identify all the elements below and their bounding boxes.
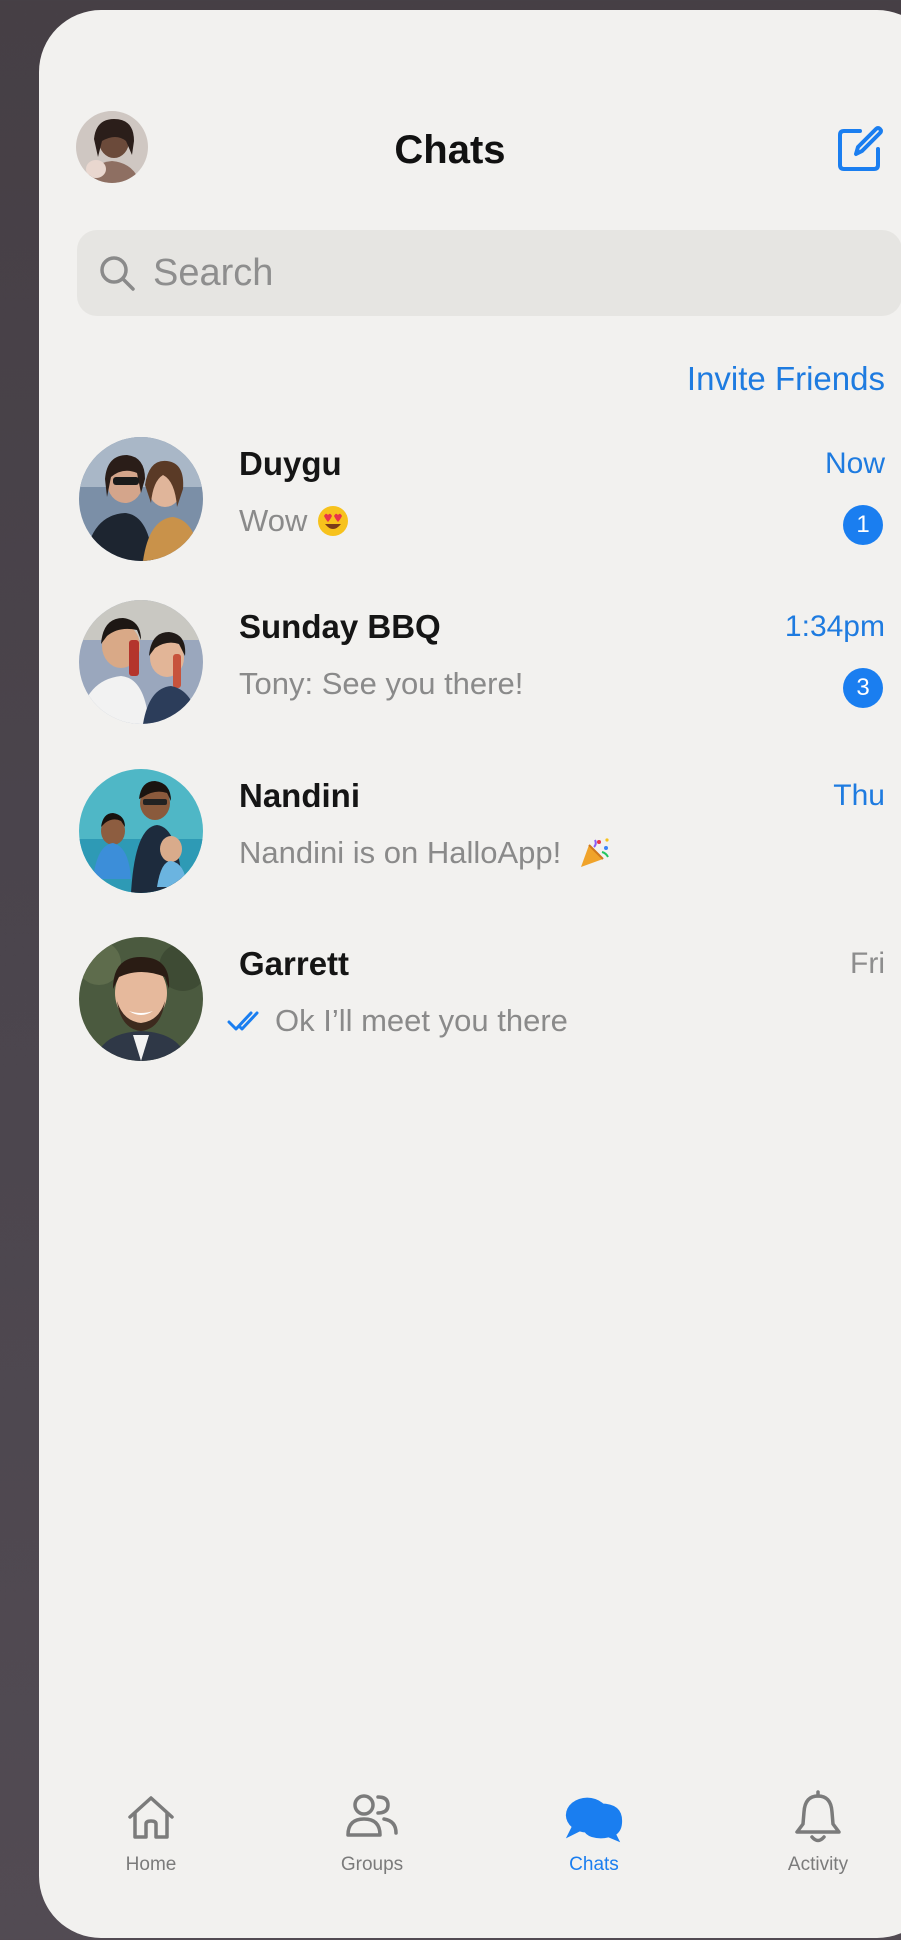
chat-preview: Wow [239, 503, 349, 539]
chats-icon [562, 1788, 626, 1848]
chat-row-sunday-bbq[interactable]: Sunday BBQ Tony: See you there! 1:34pm 3 [39, 588, 901, 728]
search-bar[interactable] [77, 230, 901, 316]
chat-time: Thu [833, 779, 885, 812]
double-check-icon [227, 1008, 265, 1034]
invite-friends-link[interactable]: Invite Friends [687, 360, 885, 398]
chat-preview-text: Tony: See you there! [239, 666, 524, 701]
header: Chats [39, 10, 901, 210]
chat-preview-text: Nandini is on HalloApp! [239, 835, 562, 870]
party-popper-emoji-icon [577, 836, 611, 870]
tab-label: Groups [340, 1854, 404, 1875]
unread-badge: 1 [843, 505, 883, 545]
chat-name: Garrett [239, 945, 350, 982]
chat-preview: Nandini is on HalloApp! [239, 835, 611, 871]
search-input[interactable] [151, 250, 855, 296]
tab-home[interactable]: Home [71, 1788, 231, 1898]
search-icon [95, 251, 139, 295]
chat-row-garrett[interactable]: Garrett Ok I’ll meet you there Fri [39, 925, 901, 1065]
home-icon [119, 1788, 183, 1848]
chat-time: 1:34pm [784, 610, 885, 643]
chat-row-nandini[interactable]: Nandini Nandini is on HalloApp! Thu [39, 757, 901, 897]
tab-label: Activity [787, 1854, 849, 1875]
tab-label: Chats [569, 1854, 619, 1875]
chat-name: Sunday BBQ [239, 608, 441, 645]
chat-name: Duygu [239, 445, 342, 482]
chat-preview-text: Wow [239, 503, 308, 538]
tab-label: Home [125, 1854, 177, 1875]
chat-time: Now [824, 447, 885, 480]
avatar [79, 937, 203, 1061]
compose-button[interactable] [832, 123, 888, 179]
tab-chats[interactable]: Chats [514, 1788, 674, 1898]
unread-badge: 3 [843, 668, 883, 708]
tab-groups[interactable]: Groups [292, 1788, 452, 1898]
page-title: Chats [394, 128, 506, 172]
heart-eyes-emoji-icon [317, 505, 349, 537]
chat-row-duygu[interactable]: Duygu Wow Now 1 [39, 425, 901, 565]
avatar [79, 437, 203, 561]
groups-icon [340, 1788, 404, 1848]
bell-icon [786, 1788, 850, 1848]
chat-preview: Ok I’ll meet you there [227, 1003, 568, 1039]
chat-time: Fri [850, 947, 885, 980]
tab-bar: Home Groups Chats Activity [39, 1788, 901, 1908]
compose-icon [834, 123, 886, 180]
phone-screen: Chats Invite Friends [39, 10, 901, 1938]
avatar [79, 600, 203, 724]
avatar [79, 769, 203, 893]
chat-preview: Tony: See you there! [239, 666, 523, 702]
chat-name: Nandini [239, 777, 360, 814]
chat-preview-text: Ok I’ll meet you there [275, 1003, 568, 1038]
tab-activity[interactable]: Activity [738, 1788, 898, 1898]
